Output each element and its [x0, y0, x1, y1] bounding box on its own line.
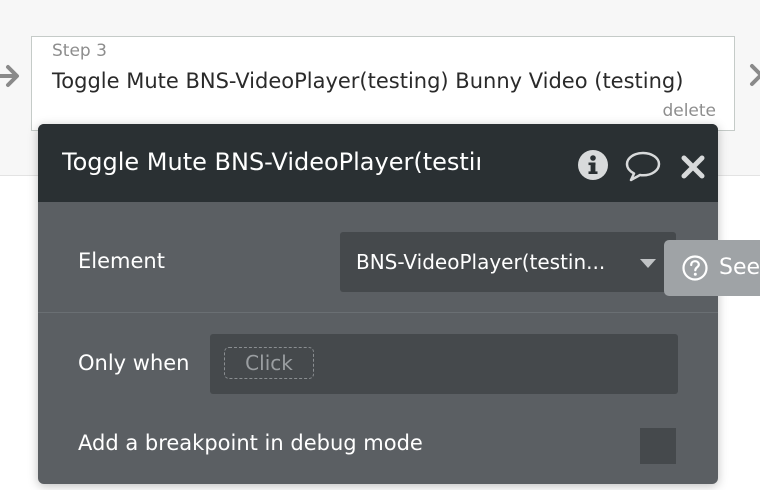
arrow-right-icon — [750, 64, 760, 86]
delete-step-link[interactable]: delete — [662, 101, 716, 121]
element-label: Element — [78, 249, 165, 273]
breakpoint-checkbox[interactable] — [640, 428, 676, 464]
only-when-label: Only when — [78, 351, 190, 375]
condition-expression-field[interactable]: Click — [210, 334, 678, 394]
see-reference-label: See — [719, 255, 760, 280]
step-number-label: Step 3 — [52, 41, 107, 61]
help-circle-icon — [682, 255, 708, 281]
editor-header: Toggle Mute BNS-VideoPlayer(testing) Bun… — [38, 124, 718, 202]
see-reference-button[interactable]: See — [664, 240, 760, 296]
close-icon[interactable] — [680, 154, 706, 180]
comment-icon[interactable] — [625, 150, 661, 182]
breakpoint-label: Add a breakpoint in debug mode — [78, 431, 423, 455]
info-icon[interactable] — [578, 150, 608, 180]
arrow-left-icon — [0, 65, 19, 87]
element-dropdown[interactable]: BNS-VideoPlayer(testin... — [340, 232, 676, 292]
section-divider — [38, 312, 718, 313]
step-title: Toggle Mute BNS-VideoPlayer(testing) Bun… — [52, 69, 684, 93]
element-dropdown-value: BNS-VideoPlayer(testin... — [356, 250, 606, 274]
condition-placeholder[interactable]: Click — [224, 347, 314, 379]
editor-title: Toggle Mute BNS-VideoPlayer(testing) Bun… — [62, 148, 480, 176]
caret-down-icon — [640, 259, 656, 268]
workflow-step-card[interactable]: Step 3 Toggle Mute BNS-VideoPlayer(testi… — [31, 36, 735, 131]
action-property-editor: Toggle Mute BNS-VideoPlayer(testing) Bun… — [38, 124, 718, 484]
